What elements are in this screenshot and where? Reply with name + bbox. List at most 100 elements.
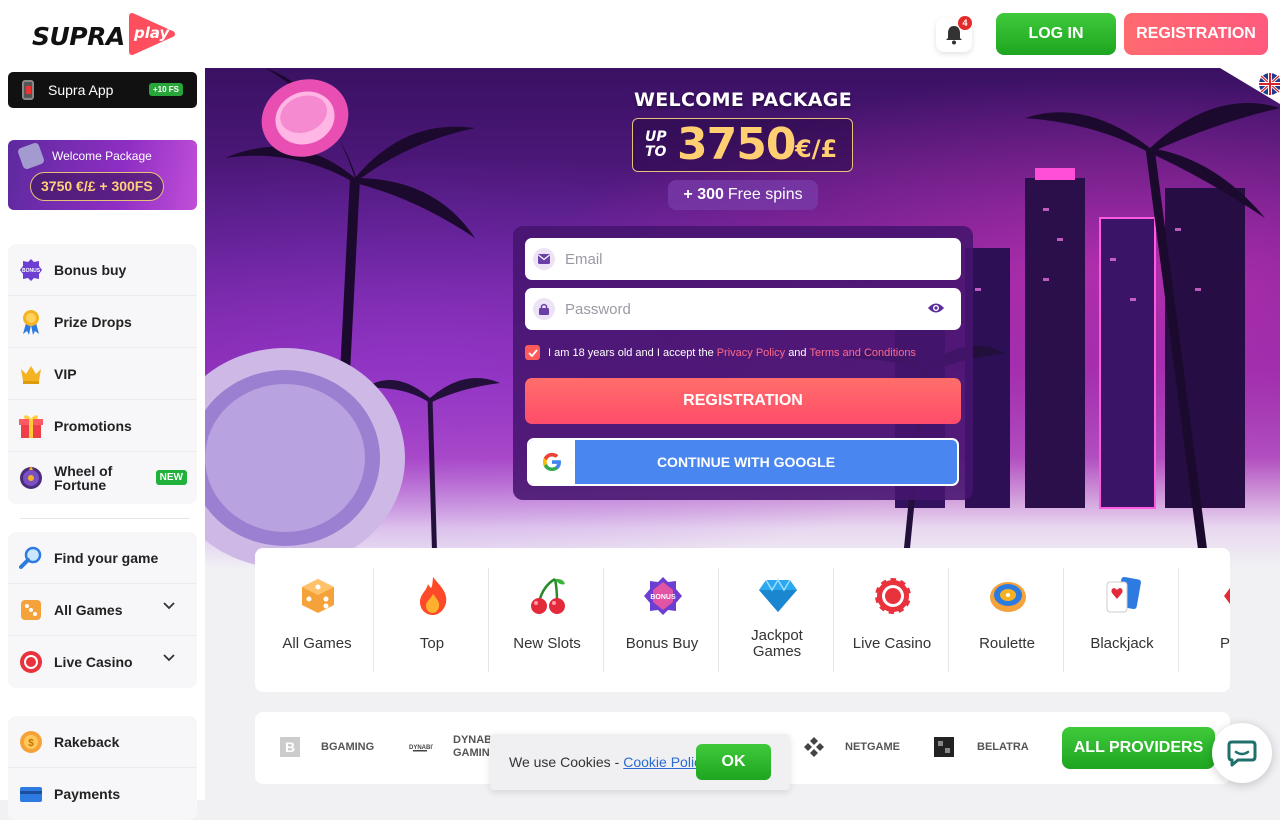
lock-icon (533, 298, 555, 320)
diamond-icon (758, 576, 798, 616)
sidebar-item-find-your-game[interactable]: Find your game (8, 532, 197, 584)
sidebar-item-wheel-of-fortune[interactable]: Wheel of Fortune NEW (8, 452, 197, 504)
chip-icon (18, 649, 44, 675)
cookie-text: We use Cookies - (509, 754, 620, 770)
to-label: TO (645, 144, 667, 160)
login-button[interactable]: LOG IN (996, 13, 1116, 55)
fire-icon (413, 576, 453, 616)
show-password-eye-icon[interactable] (927, 302, 945, 314)
netgame-logo-icon (804, 737, 824, 757)
password-input[interactable] (565, 300, 905, 318)
sidebar-item-all-games[interactable]: All Games (8, 584, 197, 636)
header: SUPRA play 4 LOG IN REGISTRATION (0, 0, 1280, 68)
sidebar-item-live-casino[interactable]: Live Casino (8, 636, 197, 688)
logo-text: SUPRA (32, 22, 125, 51)
prize-drops-icon (18, 309, 44, 335)
category-all-games[interactable]: All Games (260, 568, 374, 672)
registration-submit-button[interactable]: REGISTRATION (525, 378, 961, 424)
language-flag-icon[interactable] (1220, 68, 1280, 104)
new-badge: NEW (155, 470, 187, 485)
privacy-policy-link[interactable]: Privacy Policy (717, 347, 785, 359)
sidebar-item-promotions[interactable]: Promotions (8, 400, 197, 452)
sidebar-item-label: VIP (54, 365, 77, 382)
provider-netgame[interactable]: NETGAME (803, 736, 900, 758)
provider-belatra[interactable]: BELATRA (933, 736, 1029, 758)
category-label-line2: Games (752, 643, 802, 660)
email-field[interactable] (525, 238, 961, 280)
category-jackpot-games[interactable]: Jackpot Games (720, 568, 834, 672)
category-live-casino[interactable]: Live Casino (835, 568, 949, 672)
dice-icon (298, 576, 338, 616)
cherry-icon (528, 576, 568, 616)
bgaming-logo-icon: B (280, 737, 300, 757)
sidebar-group-promotions: BONUS Bonus buy Prize Drops VIP Promotio… (8, 244, 197, 504)
provider-bgaming[interactable]: B BGAMING (279, 736, 374, 758)
bonus-amount-box: UP TO 3750 €/£ (632, 118, 853, 172)
provider-dynabit[interactable]: DYNABIT DYNABI GAMIN (409, 734, 495, 760)
sidebar-item-label-line2: Fortune (54, 477, 107, 493)
sidebar-item-bonus-buy[interactable]: BONUS Bonus buy (8, 244, 197, 296)
dynabit-logo-icon: DYNABIT (409, 745, 433, 752)
notification-count-badge: 4 (958, 16, 972, 30)
email-input[interactable] (565, 250, 905, 268)
category-label: Live Casino (852, 635, 932, 652)
category-label-line1: Jackpot (751, 627, 803, 644)
mail-icon (533, 248, 555, 270)
free-spins-text: Free spins (727, 186, 803, 203)
header-registration-button[interactable]: REGISTRATION (1124, 13, 1268, 55)
notifications-button[interactable]: 4 (936, 16, 972, 52)
welcome-package-heading: WELCOME PACKAGE (634, 89, 852, 111)
welcome-package-card[interactable]: Welcome Package 3750 €/£ + 300FS (8, 140, 197, 210)
provider-name-line2: GAMIN (453, 747, 490, 759)
supra-app-button[interactable]: Supra App +10 FS (8, 72, 197, 108)
belatra-logo-icon (934, 737, 954, 757)
password-field[interactable] (525, 288, 961, 330)
category-blackjack[interactable]: Blackjack (1065, 568, 1179, 672)
up-label: UP (645, 129, 667, 145)
terms-link[interactable]: Terms and Conditions (810, 347, 916, 359)
category-label: Top (419, 635, 445, 652)
provider-name-line1: DYNABI (453, 734, 496, 746)
consent-text: I am 18 years old and I accept the (548, 346, 714, 359)
poker-icon (1210, 576, 1230, 616)
supra-play-logo[interactable]: SUPRA play (32, 12, 182, 58)
svg-text:$: $ (28, 738, 34, 749)
phone-icon (22, 80, 34, 100)
continue-with-google-button[interactable]: CONTINUE WITH GOOGLE (527, 438, 959, 486)
supra-app-label: Supra App (48, 82, 114, 98)
category-roulette[interactable]: Roulette (950, 568, 1064, 672)
category-top[interactable]: Top (375, 568, 489, 672)
category-bonus-buy[interactable]: BONUS Bonus Buy (605, 568, 719, 672)
sidebar-item-label: All Games (54, 601, 123, 618)
sidebar-item-label-line1: Wheel of (54, 463, 113, 479)
bonus-chip-icon (16, 141, 46, 171)
category-poker[interactable]: P (1180, 568, 1230, 672)
svg-text:B: B (285, 739, 295, 755)
welcome-package-amount: 3750 €/£ + 300FS (30, 172, 164, 201)
chat-bubble-icon (1227, 740, 1257, 767)
sidebar-item-label: Prize Drops (54, 313, 132, 330)
sidebar-item-vip[interactable]: VIP (8, 348, 197, 400)
crown-icon (18, 361, 44, 387)
sidebar-item-label: Find your game (54, 549, 159, 566)
sidebar-item-rakeback[interactable]: $ Rakeback (8, 716, 197, 768)
sidebar-group-account: $ Rakeback Payments (8, 716, 197, 820)
free-spins-number: + 300 (683, 186, 724, 203)
sidebar-item-label: Bonus buy (54, 261, 127, 278)
chevron-down-icon[interactable] (163, 654, 175, 662)
sidebar: Supra App +10 FS Welcome Package 3750 €/… (0, 68, 205, 820)
sidebar-item-label: Promotions (54, 417, 132, 434)
chevron-down-icon[interactable] (163, 602, 175, 610)
gift-icon (18, 413, 44, 439)
sidebar-group-games: Find your game All Games Live Casino (8, 532, 197, 688)
cookie-ok-button[interactable]: OK (696, 744, 771, 780)
card-icon (18, 781, 44, 807)
consent-checkbox[interactable] (525, 345, 540, 360)
category-new-slots[interactable]: New Slots (490, 568, 604, 672)
sidebar-item-prize-drops[interactable]: Prize Drops (8, 296, 197, 348)
sidebar-item-payments[interactable]: Payments (8, 768, 197, 820)
all-providers-button[interactable]: ALL PROVIDERS (1062, 727, 1215, 769)
live-chat-button[interactable] (1212, 723, 1272, 783)
svg-text:BONUS: BONUS (650, 594, 676, 601)
category-label: New Slots (513, 635, 581, 652)
